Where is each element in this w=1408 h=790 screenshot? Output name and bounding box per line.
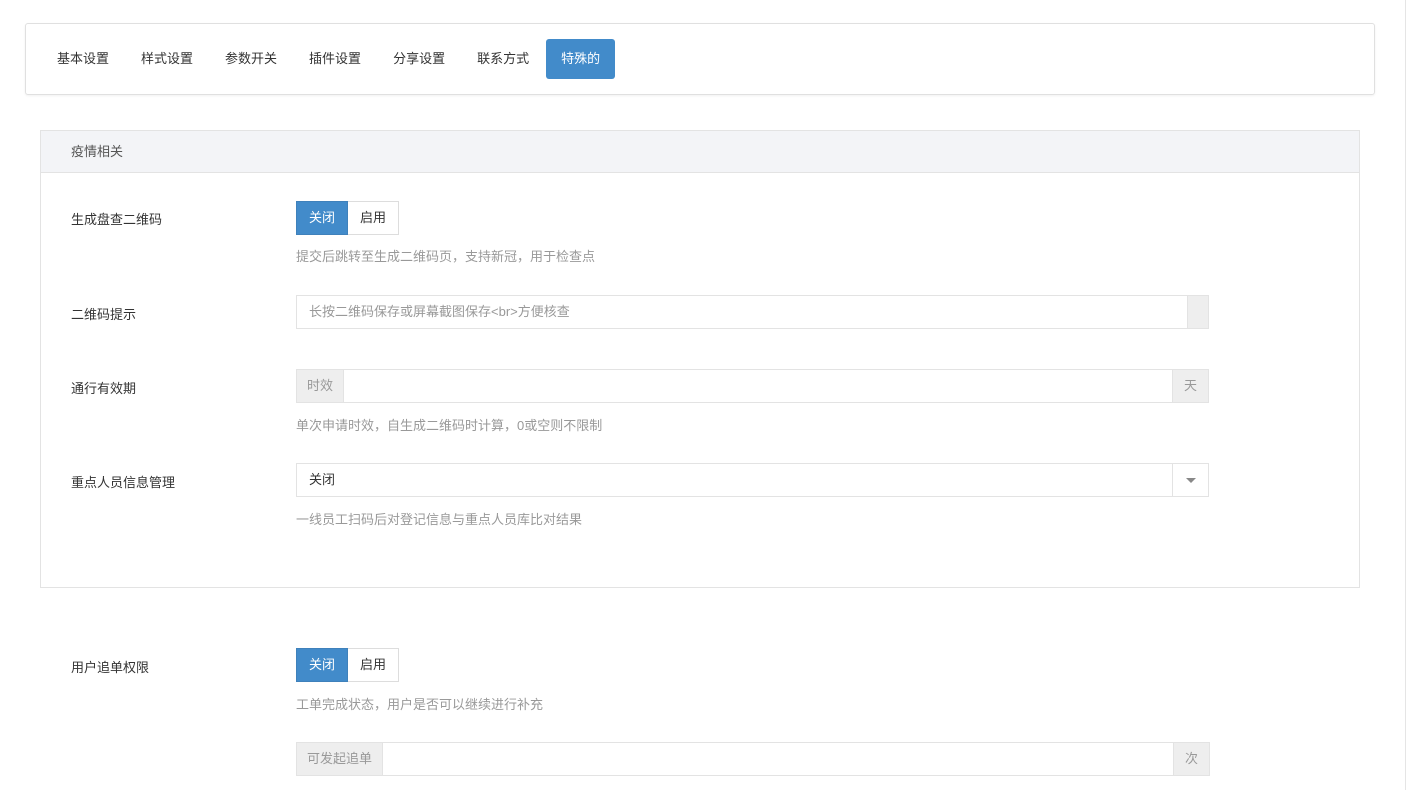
tab-share[interactable]: 分享设置 [378,39,460,79]
epidemic-panel: 疫情相关 [40,130,1360,588]
followup-on-button[interactable]: 启用 [348,648,400,682]
qr-generate-help: 提交后跳转至生成二维码页，支持新冠，用于检查点 [296,249,596,264]
settings-tabs: 基本设置 样式设置 参数开关 插件设置 分享设置 联系方式 特殊的 [25,23,1375,95]
tab-contact[interactable]: 联系方式 [462,39,544,79]
validity-label: 通行有效期 [71,381,137,396]
qr-hint-placeholder[interactable]: 长按二维码保存或屏幕截图保存<br>方便核查 [297,296,1187,328]
validity-input[interactable] [344,370,1172,402]
qr-generate-toggle: 关闭 启用 [296,201,400,235]
tab-special[interactable]: 特殊的 [546,39,616,79]
followup-count-group: 可发起追单 次 [296,742,1210,776]
followup-off-button[interactable]: 关闭 [296,648,349,682]
validity-input-group: 时效 天 [296,369,1209,403]
followup-prefix: 可发起追单 [297,743,384,775]
panel-title: 疫情相关 [41,131,1359,173]
followup-count-input[interactable] [383,743,1173,775]
key-person-label: 重点人员信息管理 [71,475,176,490]
tab-params[interactable]: 参数开关 [210,39,292,79]
followup-suffix: 次 [1173,743,1209,775]
followup-help: 工单完成状态，用户是否可以继续进行补充 [296,697,544,712]
key-person-select[interactable]: 关闭 [296,463,1209,497]
chevron-down-icon[interactable] [1172,464,1208,496]
qr-hint-addon [1187,296,1208,328]
tab-style[interactable]: 样式设置 [126,39,208,79]
validity-prefix: 时效 [297,370,345,402]
qr-hint-input[interactable]: 长按二维码保存或屏幕截图保存<br>方便核查 [296,295,1209,329]
tab-plugins[interactable]: 插件设置 [294,39,376,79]
followup-toggle: 关闭 启用 [296,648,400,682]
tab-basic[interactable]: 基本设置 [42,39,124,79]
key-person-selected[interactable]: 关闭 [297,464,1172,496]
qr-generate-on-button[interactable]: 启用 [348,201,400,235]
validity-suffix: 天 [1172,370,1208,402]
right-edge-line [1405,0,1406,790]
qr-generate-label: 生成盘查二维码 [71,212,163,227]
qr-generate-off-button[interactable]: 关闭 [296,201,349,235]
qr-hint-label: 二维码提示 [71,307,137,322]
validity-help: 单次申请时效，自生成二维码时计算，0或空则不限制 [296,418,603,433]
followup-label: 用户追单权限 [71,660,150,675]
key-person-help: 一线员工扫码后对登记信息与重点人员库比对结果 [296,512,583,527]
